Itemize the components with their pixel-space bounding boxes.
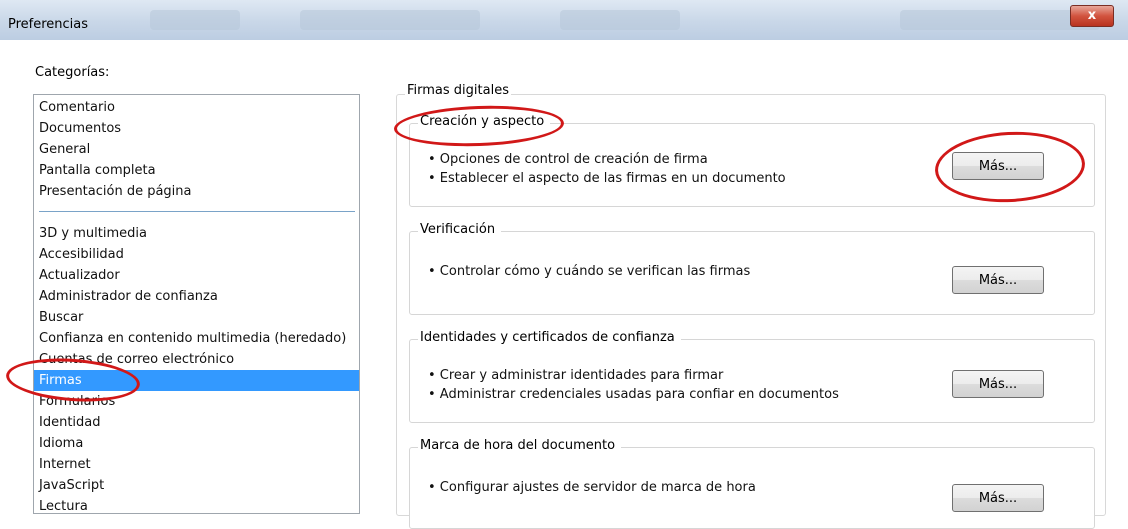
panel-title: Firmas digitales — [405, 83, 511, 98]
category-item-lectura[interactable]: Lectura — [39, 496, 88, 513]
group-verificacion: Verificación • Controlar cómo y cuándo s… — [409, 222, 1095, 315]
category-item-javascript[interactable]: JavaScript — [39, 475, 104, 496]
mas-button-marca-hora[interactable]: Más... — [952, 484, 1044, 512]
group-title-identidades: Identidades y certificados de confianza — [418, 330, 681, 345]
category-item-comentario[interactable]: Comentario — [39, 97, 115, 118]
category-item-identidad[interactable]: Identidad — [39, 412, 101, 433]
mas-button-identidades[interactable]: Más... — [952, 370, 1044, 398]
category-item-administrador-de-confianza[interactable]: Administrador de confianza — [39, 286, 218, 307]
signatures-panel: Firmas digitales Creación y aspecto • Op… — [396, 83, 1106, 529]
bullet-text: • Controlar cómo y cuándo se verifican l… — [428, 264, 751, 279]
bullet-text: • Crear y administrar identidades para f… — [428, 368, 724, 383]
category-item-idioma[interactable]: Idioma — [39, 433, 83, 454]
title-bar: Preferencias x — [0, 0, 1128, 40]
background-toolbar-blur — [150, 10, 240, 30]
group-title-verificacion: Verificación — [418, 222, 502, 237]
category-item-confianza-multimedia[interactable]: Confianza en contenido multimedia (hered… — [39, 328, 346, 349]
dialog-body: Categorías: Comentario Documentos Genera… — [0, 40, 1128, 529]
category-item-formularios[interactable]: Formularios — [39, 391, 115, 412]
group-creacion-aspecto: Creación y aspecto • Opciones de control… — [409, 114, 1095, 207]
category-item-presentacion-de-pagina[interactable]: Presentación de página — [39, 181, 192, 202]
mas-button-creacion[interactable]: Más... — [952, 152, 1044, 180]
bullet-text: • Configurar ajustes de servidor de marc… — [428, 480, 756, 495]
category-item-accesibilidad[interactable]: Accesibilidad — [39, 244, 124, 265]
window-title: Preferencias — [8, 17, 89, 32]
group-title-creacion: Creación y aspecto — [418, 114, 551, 129]
category-item-general[interactable]: General — [39, 139, 90, 160]
group-identidades: Identidades y certificados de confianza … — [409, 330, 1095, 423]
category-separator — [39, 211, 355, 212]
category-item-3d-multimedia[interactable]: 3D y multimedia — [39, 223, 147, 244]
background-toolbar-blur — [560, 10, 680, 30]
category-item-cuentas-de-correo[interactable]: Cuentas de correo electrónico — [39, 349, 234, 370]
bullet-text: • Administrar credenciales usadas para c… — [428, 387, 839, 402]
categories-label: Categorías: — [35, 65, 110, 80]
category-item-firmas[interactable]: Firmas — [34, 370, 359, 391]
bullet-text: • Opciones de control de creación de fir… — [428, 152, 708, 167]
category-item-documentos[interactable]: Documentos — [39, 118, 121, 139]
group-marca-hora: Marca de hora del documento • Configurar… — [409, 438, 1095, 529]
bullet-text: • Establecer el aspecto de las firmas en… — [428, 171, 786, 186]
category-item-buscar[interactable]: Buscar — [39, 307, 83, 328]
close-icon: x — [1087, 8, 1097, 23]
background-toolbar-blur — [300, 10, 480, 30]
category-item-internet[interactable]: Internet — [39, 454, 91, 475]
category-item-pantalla-completa[interactable]: Pantalla completa — [39, 160, 156, 181]
category-item-actualizador[interactable]: Actualizador — [39, 265, 120, 286]
categories-list[interactable]: Comentario Documentos General Pantalla c… — [33, 94, 360, 514]
group-title-marca-hora: Marca de hora del documento — [418, 438, 622, 453]
mas-button-verificacion[interactable]: Más... — [952, 266, 1044, 294]
close-button[interactable]: x — [1070, 5, 1114, 27]
